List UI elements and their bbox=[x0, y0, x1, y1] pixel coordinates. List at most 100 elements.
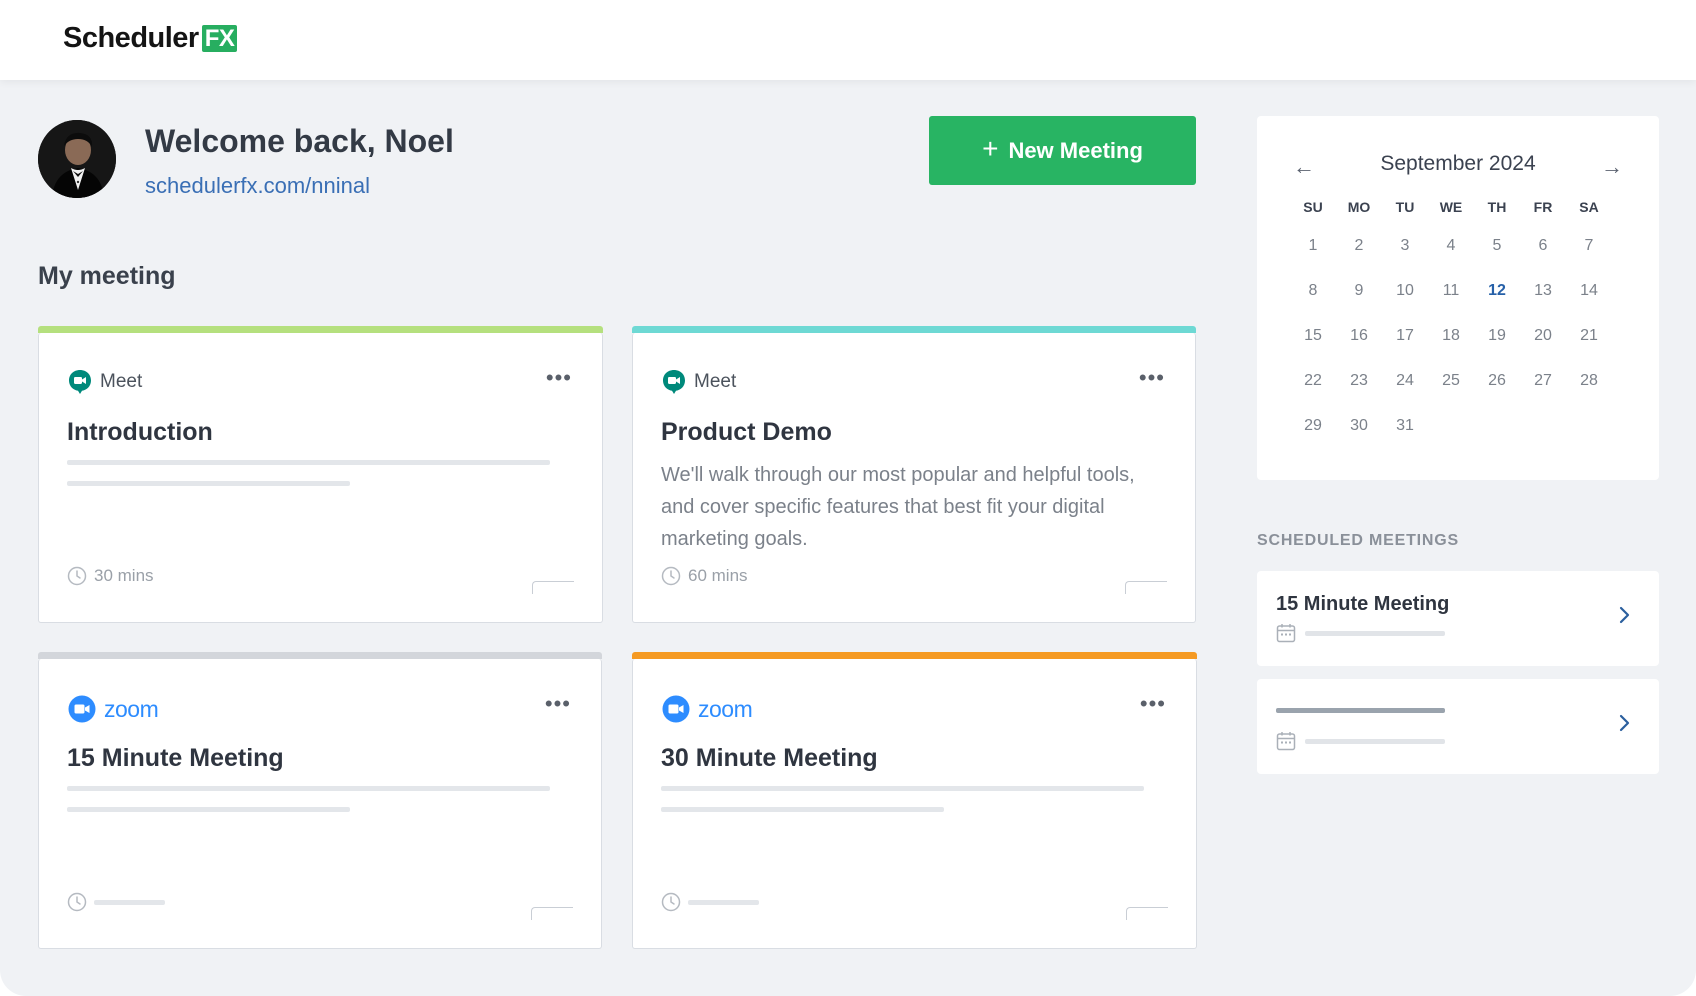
card-provider: Meet bbox=[662, 369, 736, 395]
card-duration-label: 30 mins bbox=[94, 566, 154, 585]
calendar-day[interactable]: 6 bbox=[1520, 223, 1566, 268]
calendar-grid: SU MO TU WE TH FR SA 1 2 3 4 5 6 7 8 9 10 11 12 13 14 15 16 17 1… bbox=[1290, 191, 1660, 448]
card-duration: 30 mins bbox=[67, 566, 154, 586]
calendar-day[interactable]: 21 bbox=[1566, 313, 1612, 358]
card-accent-bar bbox=[38, 326, 603, 333]
calendar-day[interactable]: 13 bbox=[1520, 268, 1566, 313]
calendar-day[interactable]: 30 bbox=[1336, 403, 1382, 448]
calendar-day[interactable]: 23 bbox=[1336, 358, 1382, 403]
card-provider-label: Meet bbox=[694, 371, 737, 392]
calendar-day[interactable]: 18 bbox=[1428, 313, 1474, 358]
calendar-day[interactable]: 4 bbox=[1428, 223, 1474, 268]
card-title: Product Demo bbox=[661, 418, 832, 446]
calendar-weekday: FR bbox=[1533, 199, 1553, 215]
calendar-day[interactable]: 5 bbox=[1474, 223, 1520, 268]
plus-icon: + bbox=[982, 133, 999, 164]
card-corner-decoration bbox=[531, 907, 573, 920]
calendar-day[interactable]: 15 bbox=[1290, 313, 1336, 358]
more-options-icon[interactable]: ••• bbox=[546, 367, 572, 389]
logo-text: Scheduler bbox=[63, 22, 199, 54]
calendar-widget: ← September 2024 → SU MO TU WE TH FR SA 1 2 3 4 5 6 7… bbox=[1257, 116, 1659, 480]
duration-placeholder bbox=[94, 899, 165, 905]
scheduled-meeting-date-placeholder bbox=[1305, 739, 1445, 744]
duration-placeholder bbox=[688, 899, 759, 905]
chevron-right-icon bbox=[1619, 606, 1630, 624]
scheduled-meeting-item[interactable]: 15 Minute Meeting bbox=[1257, 571, 1659, 666]
meeting-card-15-minute[interactable]: zoom ••• 15 Minute Meeting bbox=[38, 652, 602, 949]
avatar[interactable] bbox=[38, 120, 116, 198]
calendar-day[interactable]: 27 bbox=[1520, 358, 1566, 403]
calendar-day[interactable]: 28 bbox=[1566, 358, 1612, 403]
calendar-day[interactable]: 20 bbox=[1520, 313, 1566, 358]
meeting-card-product-demo[interactable]: Meet ••• Product Demo We'll walk through… bbox=[632, 326, 1196, 623]
chevron-right-icon bbox=[1619, 714, 1630, 732]
calendar-day[interactable]: 17 bbox=[1382, 313, 1428, 358]
clock-icon bbox=[661, 566, 681, 586]
calendar-day-today[interactable]: 12 bbox=[1474, 268, 1520, 313]
scheduled-meeting-item[interactable] bbox=[1257, 679, 1659, 774]
calendar-day[interactable]: 24 bbox=[1382, 358, 1428, 403]
clock-icon bbox=[661, 892, 681, 912]
description-placeholder-line bbox=[661, 786, 1144, 791]
more-options-icon[interactable]: ••• bbox=[545, 693, 571, 715]
scheduled-meetings-title: SCHEDULED MEETINGS bbox=[1257, 532, 1459, 549]
card-duration bbox=[661, 892, 759, 912]
google-meet-icon bbox=[663, 370, 685, 394]
calendar-day[interactable]: 10 bbox=[1382, 268, 1428, 313]
scheduled-meeting-title-placeholder bbox=[1276, 708, 1445, 713]
top-bar: Scheduler FX bbox=[0, 0, 1696, 80]
calendar-day[interactable]: 2 bbox=[1336, 223, 1382, 268]
calendar-day[interactable]: 8 bbox=[1290, 268, 1336, 313]
card-provider-label: zoom bbox=[104, 695, 159, 722]
meeting-card-30-minute[interactable]: zoom ••• 30 Minute Meeting bbox=[632, 652, 1197, 949]
card-duration-label: 60 mins bbox=[688, 566, 748, 585]
card-provider-label: Meet bbox=[100, 371, 143, 392]
card-accent-bar bbox=[632, 652, 1197, 659]
card-duration bbox=[67, 892, 165, 912]
card-corner-decoration bbox=[1125, 581, 1167, 594]
calendar-day[interactable]: 16 bbox=[1336, 313, 1382, 358]
avatar-image bbox=[38, 120, 116, 198]
card-accent-bar bbox=[632, 326, 1196, 333]
card-title: 30 Minute Meeting bbox=[661, 744, 878, 772]
calendar-day[interactable]: 22 bbox=[1290, 358, 1336, 403]
calendar-day[interactable]: 29 bbox=[1290, 403, 1336, 448]
calendar-weekday: MO bbox=[1347, 199, 1371, 215]
card-accent-bar bbox=[38, 652, 602, 659]
calendar-day[interactable]: 14 bbox=[1566, 268, 1612, 313]
card-duration: 60 mins bbox=[661, 566, 748, 586]
arrow-right-icon[interactable]: → bbox=[1601, 154, 1623, 180]
my-meeting-title: My meeting bbox=[38, 262, 176, 290]
calendar-day[interactable]: 3 bbox=[1382, 223, 1428, 268]
calendar-day[interactable]: 25 bbox=[1428, 358, 1474, 403]
more-options-icon[interactable]: ••• bbox=[1140, 693, 1166, 715]
more-options-icon[interactable]: ••• bbox=[1139, 367, 1165, 389]
new-meeting-label: New Meeting bbox=[1008, 137, 1143, 163]
calendar-day[interactable]: 19 bbox=[1474, 313, 1520, 358]
calendar-weekday: SA bbox=[1579, 199, 1599, 215]
description-placeholder-line bbox=[67, 460, 550, 465]
card-title: Introduction bbox=[67, 418, 213, 446]
calendar-day[interactable]: 11 bbox=[1428, 268, 1474, 313]
calendar-day[interactable]: 26 bbox=[1474, 358, 1520, 403]
calendar-day[interactable]: 7 bbox=[1566, 223, 1612, 268]
app-logo[interactable]: Scheduler FX bbox=[63, 22, 238, 55]
description-placeholder-line bbox=[67, 807, 350, 812]
card-corner-decoration bbox=[532, 581, 574, 594]
calendar-weekday: TU bbox=[1395, 199, 1415, 215]
calendar-day[interactable]: 9 bbox=[1336, 268, 1382, 313]
calendar-icon bbox=[1276, 732, 1296, 751]
calendar-month: September 2024 bbox=[1380, 152, 1536, 175]
card-provider-label: zoom bbox=[698, 695, 753, 722]
card-provider: zoom bbox=[68, 695, 159, 723]
scheduled-meeting-title: 15 Minute Meeting bbox=[1276, 593, 1450, 615]
calendar-day[interactable]: 1 bbox=[1290, 223, 1336, 268]
calendar-weekday: TH bbox=[1487, 199, 1507, 215]
logo-badge: FX bbox=[201, 25, 238, 52]
description-placeholder-line bbox=[661, 807, 944, 812]
new-meeting-button[interactable]: + New Meeting bbox=[929, 116, 1196, 185]
description-placeholder-line bbox=[67, 481, 350, 486]
profile-link[interactable]: schedulerfx.com/nninal bbox=[145, 173, 370, 199]
meeting-card-introduction[interactable]: Meet ••• Introduction 30 mins bbox=[38, 326, 603, 623]
calendar-day[interactable]: 31 bbox=[1382, 403, 1428, 448]
